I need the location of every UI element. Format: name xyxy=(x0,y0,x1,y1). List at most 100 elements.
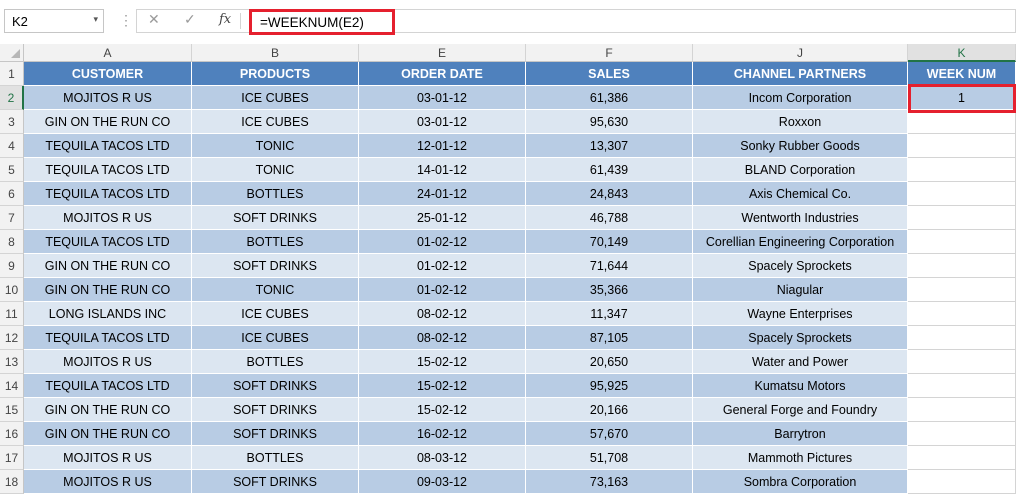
row-header-4[interactable]: 4 xyxy=(0,134,24,158)
table-cell[interactable]: 61,439 xyxy=(526,158,693,182)
table-cell[interactable]: Kumatsu Motors xyxy=(693,374,908,398)
table-cell[interactable]: Roxxon xyxy=(693,110,908,134)
table-cell[interactable]: TONIC xyxy=(192,158,359,182)
table-cell[interactable]: 01-02-12 xyxy=(359,254,526,278)
column-header-j[interactable]: J xyxy=(693,44,908,62)
table-header-cell[interactable]: CUSTOMER xyxy=(24,62,192,86)
column-header-f[interactable]: F xyxy=(526,44,693,62)
table-cell[interactable]: Corellian Engineering Corporation xyxy=(693,230,908,254)
table-cell[interactable]: BOTTLES xyxy=(192,446,359,470)
table-cell[interactable]: BOTTLES xyxy=(192,350,359,374)
week-num-cell[interactable] xyxy=(908,278,1016,302)
row-header-18[interactable]: 18 xyxy=(0,470,24,494)
cancel-icon[interactable]: ✕ xyxy=(148,11,160,28)
table-cell[interactable]: Axis Chemical Co. xyxy=(693,182,908,206)
table-cell[interactable]: SOFT DRINKS xyxy=(192,374,359,398)
column-header-b[interactable]: B xyxy=(192,44,359,62)
table-cell[interactable]: 24-01-12 xyxy=(359,182,526,206)
week-num-cell[interactable] xyxy=(908,350,1016,374)
table-cell[interactable]: 87,105 xyxy=(526,326,693,350)
week-num-cell[interactable] xyxy=(908,182,1016,206)
table-cell[interactable]: GIN ON THE RUN CO xyxy=(24,110,192,134)
table-cell[interactable]: Incom Corporation xyxy=(693,86,908,110)
table-cell[interactable]: 20,650 xyxy=(526,350,693,374)
row-header-17[interactable]: 17 xyxy=(0,446,24,470)
row-header-15[interactable]: 15 xyxy=(0,398,24,422)
week-num-cell[interactable] xyxy=(908,254,1016,278)
table-cell[interactable]: SOFT DRINKS xyxy=(192,398,359,422)
table-cell[interactable]: Wayne Enterprises xyxy=(693,302,908,326)
table-cell[interactable]: 14-01-12 xyxy=(359,158,526,182)
table-cell[interactable]: TEQUILA TACOS LTD xyxy=(24,158,192,182)
table-cell[interactable]: 08-02-12 xyxy=(359,302,526,326)
row-header-16[interactable]: 16 xyxy=(0,422,24,446)
table-cell[interactable]: 12-01-12 xyxy=(359,134,526,158)
table-header-cell[interactable]: SALES xyxy=(526,62,693,86)
table-header-cell[interactable]: PRODUCTS xyxy=(192,62,359,86)
table-cell[interactable]: 15-02-12 xyxy=(359,398,526,422)
table-cell[interactable]: Spacely Sprockets xyxy=(693,326,908,350)
table-cell[interactable]: MOJITOS R US xyxy=(24,86,192,110)
table-cell[interactable]: SOFT DRINKS xyxy=(192,422,359,446)
select-all-button[interactable] xyxy=(0,44,24,62)
table-cell[interactable]: 73,163 xyxy=(526,470,693,494)
table-header-cell[interactable]: ORDER DATE xyxy=(359,62,526,86)
table-cell[interactable]: MOJITOS R US xyxy=(24,206,192,230)
week-num-cell[interactable] xyxy=(908,446,1016,470)
week-num-cell[interactable] xyxy=(908,422,1016,446)
row-header-10[interactable]: 10 xyxy=(0,278,24,302)
table-cell[interactable]: 24,843 xyxy=(526,182,693,206)
table-cell[interactable]: 08-02-12 xyxy=(359,326,526,350)
table-header-cell[interactable]: WEEK NUM xyxy=(908,62,1016,86)
table-cell[interactable]: 09-03-12 xyxy=(359,470,526,494)
row-header-2[interactable]: 2 xyxy=(0,86,24,110)
table-cell[interactable]: 71,644 xyxy=(526,254,693,278)
row-header-6[interactable]: 6 xyxy=(0,182,24,206)
name-box[interactable]: K2 ▾ xyxy=(4,9,104,33)
row-header-12[interactable]: 12 xyxy=(0,326,24,350)
week-num-cell[interactable] xyxy=(908,374,1016,398)
table-cell[interactable]: Mammoth Pictures xyxy=(693,446,908,470)
table-cell[interactable]: ICE CUBES xyxy=(192,86,359,110)
table-cell[interactable]: 46,788 xyxy=(526,206,693,230)
week-num-cell[interactable] xyxy=(908,206,1016,230)
table-cell[interactable]: 70,149 xyxy=(526,230,693,254)
table-cell[interactable]: SOFT DRINKS xyxy=(192,254,359,278)
table-cell[interactable]: Wentworth Industries xyxy=(693,206,908,230)
row-header-13[interactable]: 13 xyxy=(0,350,24,374)
enter-icon[interactable]: ✓ xyxy=(184,11,196,28)
table-cell[interactable]: 13,307 xyxy=(526,134,693,158)
table-cell[interactable]: Sombra Corporation xyxy=(693,470,908,494)
row-header-5[interactable]: 5 xyxy=(0,158,24,182)
table-cell[interactable]: 01-02-12 xyxy=(359,278,526,302)
table-cell[interactable]: GIN ON THE RUN CO xyxy=(24,278,192,302)
week-num-cell[interactable] xyxy=(908,134,1016,158)
table-cell[interactable]: 25-01-12 xyxy=(359,206,526,230)
table-cell[interactable]: BOTTLES xyxy=(192,182,359,206)
table-cell[interactable]: 11,347 xyxy=(526,302,693,326)
table-cell[interactable]: GIN ON THE RUN CO xyxy=(24,398,192,422)
table-cell[interactable]: 03-01-12 xyxy=(359,110,526,134)
table-cell[interactable]: General Forge and Foundry xyxy=(693,398,908,422)
row-header-8[interactable]: 8 xyxy=(0,230,24,254)
row-header-1[interactable]: 1 xyxy=(0,62,24,86)
table-cell[interactable]: BLAND Corporation xyxy=(693,158,908,182)
table-cell[interactable]: 95,630 xyxy=(526,110,693,134)
table-cell[interactable]: MOJITOS R US xyxy=(24,470,192,494)
column-header-a[interactable]: A xyxy=(24,44,192,62)
week-num-cell[interactable] xyxy=(908,110,1016,134)
table-cell[interactable]: ICE CUBES xyxy=(192,110,359,134)
insert-function-icon[interactable]: fx xyxy=(219,12,231,27)
row-header-3[interactable]: 3 xyxy=(0,110,24,134)
row-header-9[interactable]: 9 xyxy=(0,254,24,278)
table-cell[interactable]: TEQUILA TACOS LTD xyxy=(24,134,192,158)
table-cell[interactable]: SOFT DRINKS xyxy=(192,470,359,494)
chevron-down-icon[interactable]: ▾ xyxy=(93,14,98,25)
table-cell[interactable]: 20,166 xyxy=(526,398,693,422)
table-cell[interactable]: MOJITOS R US xyxy=(24,446,192,470)
column-header-k[interactable]: K xyxy=(908,44,1016,62)
week-num-cell[interactable] xyxy=(908,398,1016,422)
table-cell[interactable]: 61,386 xyxy=(526,86,693,110)
table-cell[interactable]: 57,670 xyxy=(526,422,693,446)
table-cell[interactable]: SOFT DRINKS xyxy=(192,206,359,230)
